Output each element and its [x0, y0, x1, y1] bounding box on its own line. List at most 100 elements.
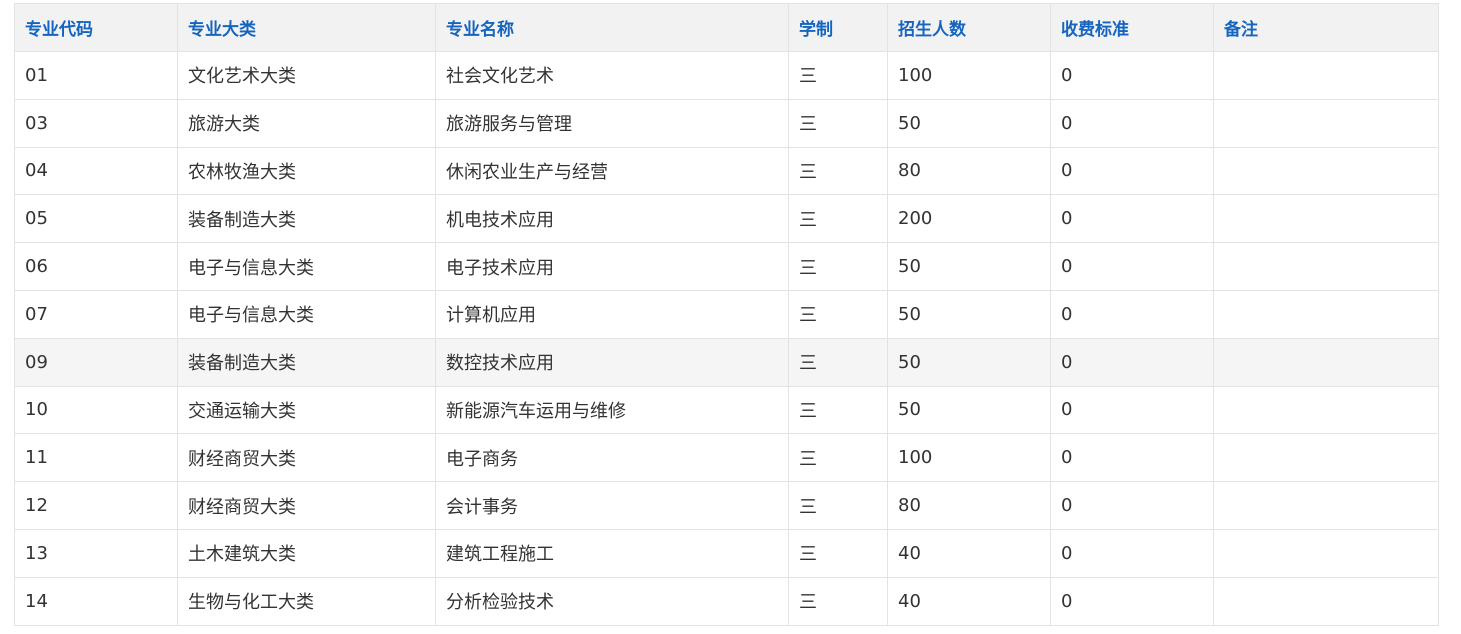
table-row: 06 电子与信息大类 电子技术应用 三 50 0	[14, 242, 1439, 291]
cell-duration: 三	[788, 337, 888, 387]
cell-fee: 0	[1050, 146, 1214, 196]
cell-category: 装备制造大类	[177, 194, 436, 244]
enrollment-table-container: 专业代码 专业大类 专业名称 学制 招生人数 收费标准 备注 01 文化艺术大类…	[14, 3, 1439, 626]
cell-fee: 0	[1050, 289, 1214, 339]
cell-duration: 三	[788, 528, 888, 578]
header-remarks: 备注	[1213, 3, 1439, 52]
cell-duration: 三	[788, 146, 888, 196]
cell-name: 新能源汽车运用与维修	[435, 385, 789, 435]
cell-remarks	[1213, 194, 1439, 244]
cell-name: 社会文化艺术	[435, 51, 789, 100]
cell-remarks	[1213, 337, 1439, 387]
cell-code: 14	[14, 576, 178, 626]
enrollment-table: 专业代码 专业大类 专业名称 学制 招生人数 收费标准 备注 01 文化艺术大类…	[14, 3, 1439, 626]
cell-code: 04	[14, 146, 178, 196]
cell-duration: 三	[788, 433, 888, 483]
cell-remarks	[1213, 385, 1439, 435]
cell-remarks	[1213, 433, 1439, 483]
cell-remarks	[1213, 289, 1439, 339]
cell-remarks	[1213, 481, 1439, 530]
cell-fee: 0	[1050, 576, 1214, 626]
cell-code: 05	[14, 194, 178, 244]
cell-enrollment: 50	[887, 98, 1051, 148]
cell-remarks	[1213, 51, 1439, 100]
cell-enrollment: 50	[887, 242, 1051, 291]
cell-enrollment: 50	[887, 337, 1051, 387]
cell-category: 旅游大类	[177, 98, 436, 148]
cell-name: 建筑工程施工	[435, 528, 789, 578]
cell-category: 文化艺术大类	[177, 51, 436, 100]
cell-fee: 0	[1050, 242, 1214, 291]
cell-category: 农林牧渔大类	[177, 146, 436, 196]
cell-duration: 三	[788, 576, 888, 626]
header-duration: 学制	[788, 3, 888, 52]
cell-remarks	[1213, 146, 1439, 196]
cell-remarks	[1213, 528, 1439, 578]
cell-enrollment: 40	[887, 528, 1051, 578]
cell-code: 11	[14, 433, 178, 483]
cell-enrollment: 80	[887, 481, 1051, 530]
cell-remarks	[1213, 98, 1439, 148]
table-row: 05 装备制造大类 机电技术应用 三 200 0	[14, 194, 1439, 244]
cell-category: 生物与化工大类	[177, 576, 436, 626]
cell-fee: 0	[1050, 433, 1214, 483]
cell-enrollment: 100	[887, 433, 1051, 483]
table-row: 14 生物与化工大类 分析检验技术 三 40 0	[14, 576, 1439, 626]
table-row: 03 旅游大类 旅游服务与管理 三 50 0	[14, 98, 1439, 148]
cell-duration: 三	[788, 51, 888, 100]
cell-duration: 三	[788, 481, 888, 530]
cell-name: 电子技术应用	[435, 242, 789, 291]
cell-enrollment: 100	[887, 51, 1051, 100]
cell-enrollment: 80	[887, 146, 1051, 196]
cell-code: 03	[14, 98, 178, 148]
cell-category: 财经商贸大类	[177, 481, 436, 530]
table-row: 13 土木建筑大类 建筑工程施工 三 40 0	[14, 528, 1439, 578]
table-row: 04 农林牧渔大类 休闲农业生产与经营 三 80 0	[14, 146, 1439, 196]
cell-fee: 0	[1050, 481, 1214, 530]
cell-category: 电子与信息大类	[177, 289, 436, 339]
cell-code: 13	[14, 528, 178, 578]
header-major-category: 专业大类	[177, 3, 436, 52]
table-header-row: 专业代码 专业大类 专业名称 学制 招生人数 收费标准 备注	[14, 3, 1439, 52]
cell-enrollment: 40	[887, 576, 1051, 626]
cell-name: 计算机应用	[435, 289, 789, 339]
header-fee: 收费标准	[1050, 3, 1214, 52]
cell-enrollment: 50	[887, 289, 1051, 339]
cell-code: 09	[14, 337, 178, 387]
cell-fee: 0	[1050, 528, 1214, 578]
cell-code: 06	[14, 242, 178, 291]
cell-enrollment: 200	[887, 194, 1051, 244]
cell-name: 分析检验技术	[435, 576, 789, 626]
cell-name: 数控技术应用	[435, 337, 789, 387]
cell-fee: 0	[1050, 337, 1214, 387]
cell-duration: 三	[788, 289, 888, 339]
cell-name: 休闲农业生产与经营	[435, 146, 789, 196]
cell-code: 01	[14, 51, 178, 100]
cell-category: 电子与信息大类	[177, 242, 436, 291]
cell-code: 07	[14, 289, 178, 339]
cell-fee: 0	[1050, 98, 1214, 148]
cell-category: 土木建筑大类	[177, 528, 436, 578]
cell-category: 装备制造大类	[177, 337, 436, 387]
header-major-name: 专业名称	[435, 3, 789, 52]
cell-enrollment: 50	[887, 385, 1051, 435]
cell-duration: 三	[788, 98, 888, 148]
table-row: 11 财经商贸大类 电子商务 三 100 0	[14, 433, 1439, 483]
cell-remarks	[1213, 576, 1439, 626]
header-major-code: 专业代码	[14, 3, 178, 52]
cell-code: 12	[14, 481, 178, 530]
cell-duration: 三	[788, 194, 888, 244]
cell-duration: 三	[788, 242, 888, 291]
cell-code: 10	[14, 385, 178, 435]
table-row: 10 交通运输大类 新能源汽车运用与维修 三 50 0	[14, 385, 1439, 435]
cell-category: 交通运输大类	[177, 385, 436, 435]
cell-remarks	[1213, 242, 1439, 291]
cell-name: 会计事务	[435, 481, 789, 530]
table-row: 12 财经商贸大类 会计事务 三 80 0	[14, 481, 1439, 530]
cell-duration: 三	[788, 385, 888, 435]
cell-fee: 0	[1050, 51, 1214, 100]
cell-name: 电子商务	[435, 433, 789, 483]
table-row-highlighted: 09 装备制造大类 数控技术应用 三 50 0	[14, 337, 1439, 387]
header-enrollment: 招生人数	[887, 3, 1051, 52]
cell-name: 旅游服务与管理	[435, 98, 789, 148]
